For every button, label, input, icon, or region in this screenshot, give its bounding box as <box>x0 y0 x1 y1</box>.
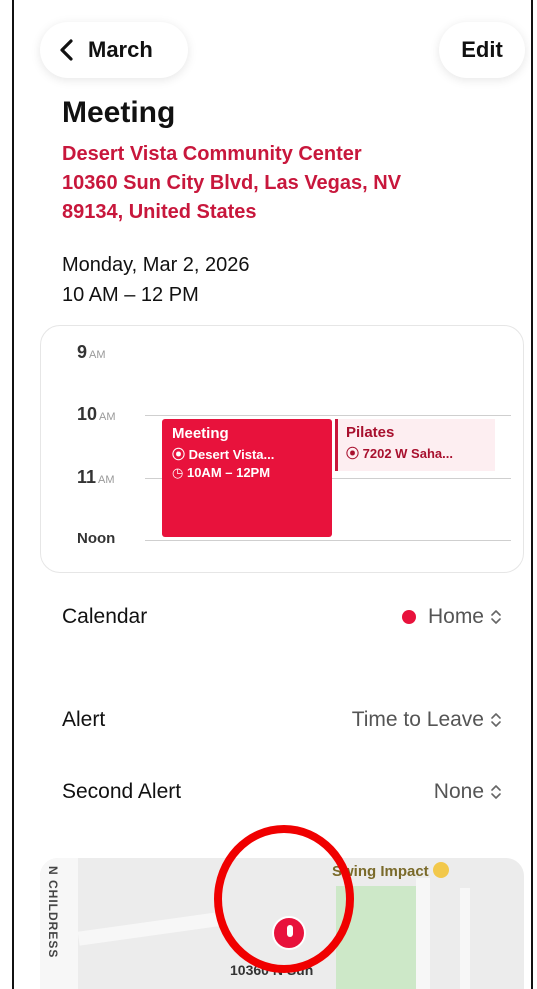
hour-line <box>145 415 511 416</box>
event-block-location: ⦿ Desert Vista... <box>172 447 275 462</box>
alert-row[interactable]: Alert Time to Leave <box>62 708 502 732</box>
day-preview-card[interactable]: 9 AM 10 AM 11 AM Noon Meeting ⦿ Desert Vist… <box>40 325 524 573</box>
chevron-left-icon <box>60 39 73 61</box>
edit-button[interactable]: Edit <box>439 22 525 78</box>
hour-label: 9 AM <box>77 342 106 362</box>
map-road <box>460 888 470 989</box>
pin-icon: ⦿ <box>172 447 189 462</box>
location-line: 10360 Sun City Blvd, Las Vegas, NV <box>62 172 402 194</box>
event-datetime: Monday, Mar 2, 2026 10 AM – 12 PM <box>62 250 250 310</box>
clock-icon: ◷ <box>172 465 187 480</box>
hour-line <box>145 540 511 541</box>
location-line: 89134, United States <box>62 201 257 223</box>
second-alert-label: Second Alert <box>62 780 182 803</box>
location-line: Desert Vista Community Center <box>62 143 362 165</box>
event-date: Monday, Mar 2, 2026 <box>62 254 250 276</box>
chevron-updown-icon <box>491 610 501 624</box>
event-block-title: Meeting <box>172 425 229 442</box>
event-block-pilates[interactable]: Pilates ⦿ 7202 W Saha... <box>335 419 495 471</box>
event-block-title: Pilates <box>346 424 395 441</box>
event-block-location: ⦿ 7202 W Saha... <box>346 446 453 461</box>
back-button[interactable]: March <box>40 22 188 78</box>
chevron-updown-icon <box>491 713 501 727</box>
calendar-color-dot <box>401 610 416 624</box>
map-road <box>77 912 219 946</box>
event-title: Meeting <box>62 96 176 129</box>
event-location[interactable]: Desert Vista Community Center 10360 Sun … <box>62 140 462 227</box>
second-alert-row[interactable]: Second Alert None <box>62 780 502 804</box>
event-block-time: ◷ 10AM – 12PM <box>172 465 271 480</box>
alert-value[interactable]: Time to Leave <box>352 708 502 732</box>
event-time: 10 AM – 12 PM <box>62 284 199 306</box>
hour-label: 10 AM <box>77 404 116 424</box>
pin-icon: ⦿ <box>346 446 363 461</box>
event-block-meeting[interactable]: Meeting ⦿ Desert Vista... ◷ 10AM – 12PM <box>162 419 332 537</box>
highlight-circle <box>214 825 354 973</box>
map-street-label: N CHILDRESS <box>46 866 60 959</box>
poi-icon <box>432 862 449 878</box>
hour-label: Noon <box>77 530 116 547</box>
chevron-updown-icon <box>491 785 501 799</box>
phone-screen: March Edit Meeting Desert Vista Communit… <box>12 0 533 989</box>
calendar-label: Calendar <box>62 605 148 628</box>
back-label: March <box>88 37 153 62</box>
hour-label: 11 AM <box>77 467 115 487</box>
alert-label: Alert <box>62 708 106 731</box>
calendar-value[interactable]: Home <box>401 605 502 629</box>
map-road <box>416 878 430 989</box>
second-alert-value[interactable]: None <box>434 780 502 804</box>
calendar-row[interactable]: Calendar Home <box>62 605 502 629</box>
